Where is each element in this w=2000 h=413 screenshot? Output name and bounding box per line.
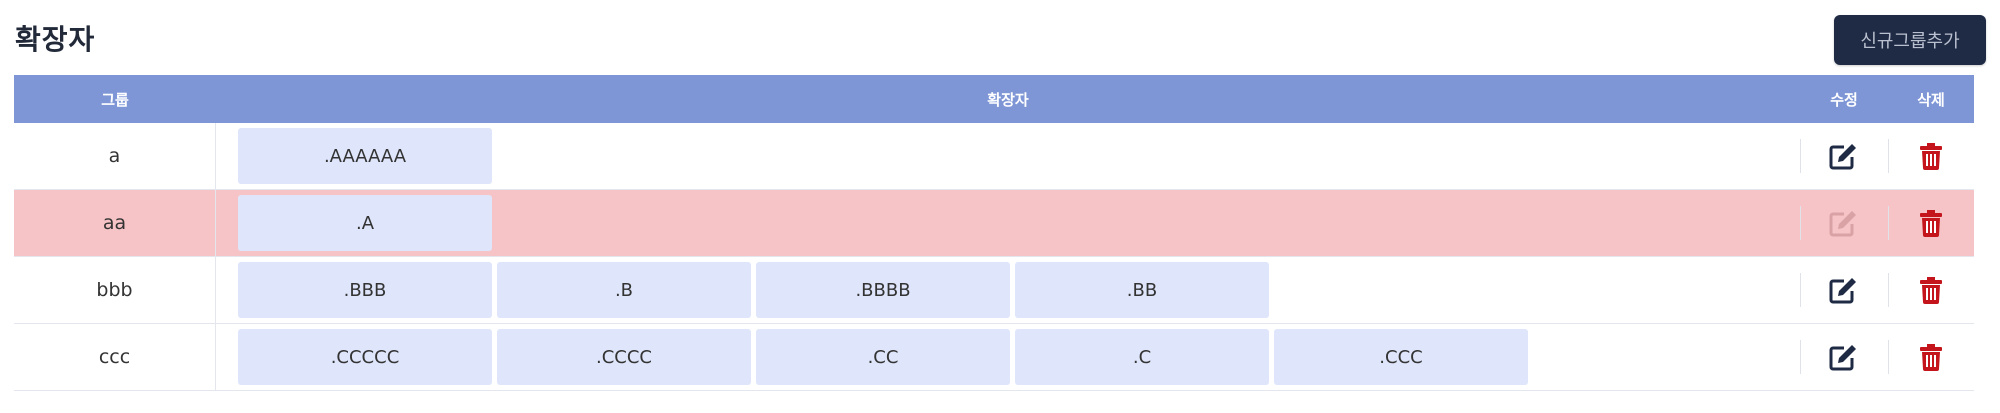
extension-page: 확장자 신규그룹추가 그룹 확장자 수정 삭제 a .AAAAAA aa .A bbb.… — [0, 0, 2000, 413]
header-delete: 삭제 — [1917, 90, 1945, 109]
table-row[interactable]: bbb .BBB .B .BBBB .BB — [14, 257, 1974, 324]
edit-icon[interactable] — [1826, 339, 1862, 375]
delete-cell — [1888, 257, 1974, 323]
extension-chip[interactable]: .CCCC — [497, 329, 751, 385]
extension-chip[interactable]: .AAAAAA — [238, 128, 492, 184]
trash-icon[interactable] — [1913, 138, 1949, 174]
group-name-cell: bbb — [14, 257, 216, 323]
edit-icon — [1826, 205, 1862, 241]
extension-chip[interactable]: .BB — [1015, 262, 1269, 318]
table-header: 그룹 확장자 수정 삭제 — [14, 75, 1974, 123]
delete-cell — [1888, 324, 1974, 390]
extension-chip[interactable]: .CC — [756, 329, 1010, 385]
extensions-cell: .AAAAAA — [216, 123, 1800, 189]
trash-icon[interactable] — [1913, 205, 1949, 241]
edit-cell — [1800, 324, 1888, 390]
extension-chip[interactable]: .C — [1015, 329, 1269, 385]
page-title: 확장자 — [15, 23, 96, 56]
extension-chip[interactable]: .BBB — [238, 262, 492, 318]
group-name-cell: aa — [14, 190, 216, 256]
extensions-cell: .BBB .B .BBBB .BB — [216, 257, 1800, 323]
table-body: a .AAAAAA aa .A bbb .BBB .B .BBBB .BB ccc .CCCCC .C… — [14, 123, 1974, 391]
table-row[interactable]: a .AAAAAA — [14, 123, 1974, 190]
header-edit: 수정 — [1830, 90, 1858, 109]
header-group: 그룹 — [101, 90, 129, 109]
extension-chip[interactable]: .CCC — [1274, 329, 1528, 385]
edit-cell — [1800, 123, 1888, 189]
delete-cell — [1888, 123, 1974, 189]
header-extensions: 확장자 — [987, 90, 1029, 109]
extension-chip[interactable]: .BBBB — [756, 262, 1010, 318]
edit-cell — [1800, 257, 1888, 323]
edit-icon[interactable] — [1826, 272, 1862, 308]
edit-cell — [1800, 190, 1888, 256]
extension-table: 그룹 확장자 수정 삭제 a .AAAAAA aa .A bbb .BBB .B .BBBB.… — [14, 75, 1974, 391]
extension-chip[interactable]: .CCCCC — [238, 329, 492, 385]
add-group-button[interactable]: 신규그룹추가 — [1834, 15, 1986, 65]
table-row[interactable]: ccc .CCCCC .CCCC .CC .C .CCC — [14, 324, 1974, 391]
extensions-cell: .CCCCC .CCCC .CC .C .CCC — [216, 324, 1800, 390]
extension-chip[interactable]: .B — [497, 262, 751, 318]
trash-icon[interactable] — [1913, 339, 1949, 375]
edit-icon[interactable] — [1826, 138, 1862, 174]
extension-chip[interactable]: .A — [238, 195, 492, 251]
trash-icon[interactable] — [1913, 272, 1949, 308]
group-name-cell: ccc — [14, 324, 216, 390]
delete-cell — [1888, 190, 1974, 256]
group-name-cell: a — [14, 123, 216, 189]
table-row[interactable]: aa .A — [14, 190, 1974, 257]
extensions-cell: .A — [216, 190, 1800, 256]
